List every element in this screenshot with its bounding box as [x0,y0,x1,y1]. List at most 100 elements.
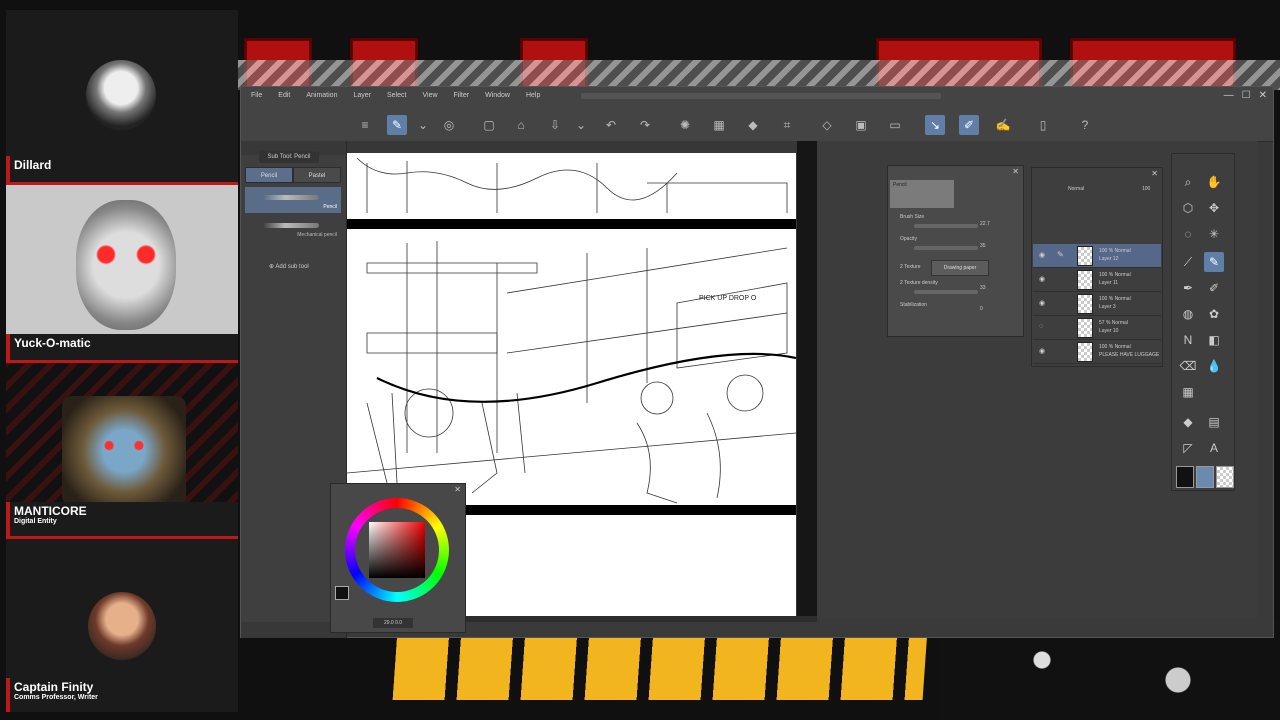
eye-icon[interactable]: ◉ [1039,251,1045,259]
brush-size-value[interactable]: 22.7 [980,221,990,227]
layer-row[interactable]: ◌ 57 % Normal Layer 10 [1033,316,1161,340]
pen-pressure-icon[interactable]: ↘ [925,115,945,135]
tab-pencil[interactable]: Pencil [245,167,293,183]
magic-wand-icon[interactable]: ✳ [1204,224,1224,244]
fill-icon[interactable]: ◆ [743,115,763,135]
stylus-icon[interactable]: ✍ [993,115,1013,135]
brush-size-slider[interactable] [914,224,978,228]
help-icon[interactable]: ? [1075,115,1095,135]
opacity-slider[interactable] [914,246,978,250]
menu-bar: File Edit Animation Layer Select View Fi… [251,92,556,99]
undo-icon[interactable]: ↶ [601,115,621,135]
menu-view[interactable]: View [422,92,437,99]
ruler-tool-icon[interactable]: ◸ [1178,438,1198,458]
eraser-icon[interactable]: ⌫ [1178,356,1198,376]
text-icon[interactable]: A [1204,438,1224,458]
eye-icon[interactable]: ◉ [1039,347,1045,355]
chevron-down-icon[interactable]: ⌄ [571,115,591,135]
menu-edit[interactable]: Edit [278,92,290,99]
tab-pastel[interactable]: Pastel [293,167,341,183]
menu-file[interactable]: File [251,92,262,99]
transform-icon[interactable]: ◇ [817,115,837,135]
opacity-value[interactable]: 35 [980,243,986,249]
add-sub-tool-label: Add sub tool [275,264,309,270]
layer-row[interactable]: ◉ 100 % Normal Layer 11 [1033,268,1161,292]
save-icon[interactable]: ⇩ [545,115,565,135]
stabilization-value[interactable]: 0 [980,306,983,312]
menu-window[interactable]: Window [485,92,510,99]
layer-row[interactable]: ◉ 100 % Normal PLEASE HAVE LUGGAGE [1033,340,1161,364]
brush-icon[interactable]: ✐ [959,115,979,135]
close-icon[interactable]: ✕ [1151,169,1158,178]
new-file-icon[interactable]: ▢ [479,115,499,135]
participant-name: Dillard [14,158,52,172]
add-sub-tool-button[interactable]: ⊕ Add sub tool [269,263,309,270]
grid-icon[interactable]: ▦ [709,115,729,135]
color-value-field[interactable]: 29.0 0.0 [373,618,413,628]
transparent-swatch[interactable] [1216,466,1234,488]
layer-info: 100 % Normal Layer 3 [1099,296,1131,310]
hamburger-menu-icon[interactable]: ≡ [355,115,375,135]
clip-studio-window: File Edit Animation Layer Select View Fi… [240,86,1274,638]
menu-layer[interactable]: Layer [353,92,371,99]
layer-panel: ✕ Normal 100 ◉ ✎ 100 % Normal Layer 12 ◉ … [1031,167,1163,367]
pen-tool-icon[interactable]: ✒ [1178,278,1198,298]
divider [6,536,238,539]
ruler-icon[interactable]: ▭ [885,115,905,135]
layer-opacity[interactable]: 100 [1142,186,1150,192]
move-icon[interactable]: ✥ [1204,198,1224,218]
minimize-button[interactable]: — [1224,90,1234,101]
texture-density-slider[interactable] [914,290,978,294]
airbrush-icon[interactable]: ◍ [1178,304,1198,324]
brush-label: Mechanical pencil [297,232,337,238]
crop-icon[interactable]: ⌗ [777,115,797,135]
zoom-icon[interactable]: ⌕ [1178,172,1198,192]
lasso-icon[interactable]: ◌ [1178,224,1198,244]
main-color-chip[interactable] [335,586,349,600]
close-icon[interactable]: ✕ [1012,167,1019,176]
participant-tile-captain-finity: Captain Finity Comms Professor, Writer [6,536,238,712]
texture-button[interactable]: Drawing paper [931,260,989,276]
eyedropper-icon[interactable]: ⟋ [1178,252,1198,272]
view-icon[interactable]: ◎ [439,115,459,135]
loading-icon[interactable]: ✺ [675,115,695,135]
layer-row[interactable]: ◉ ✎ 100 % Normal Layer 12 [1033,244,1161,268]
chevron-down-icon[interactable]: ⌄ [413,115,433,135]
texture-density-value[interactable]: 33 [980,285,986,291]
blend-icon[interactable]: 💧 [1204,356,1224,376]
pen-select-icon[interactable]: ✎ [387,115,407,135]
layer-row[interactable]: ◉ 100 % Normal Layer 3 [1033,292,1161,316]
vector-icon[interactable]: N [1178,330,1198,350]
redo-icon[interactable]: ↷ [635,115,655,135]
pencil-tool-icon[interactable]: ✎ [1204,252,1224,272]
eye-icon[interactable]: ◉ [1039,299,1045,307]
menu-filter[interactable]: Filter [454,92,470,99]
saturation-value-square[interactable] [369,522,425,578]
operation-icon[interactable]: ⬡ [1178,198,1198,218]
close-button[interactable]: ✕ [1259,90,1267,101]
menu-animation[interactable]: Animation [306,92,337,99]
select-icon[interactable]: ▣ [851,115,871,135]
avatar [62,396,186,506]
figure-icon[interactable]: ▦ [1178,382,1198,402]
eye-icon[interactable]: ◉ [1039,275,1045,283]
menu-help[interactable]: Help [526,92,540,99]
menu-select[interactable]: Select [387,92,406,99]
brush-item[interactable]: Mechanical pencil [245,215,341,241]
maximize-button[interactable]: ☐ [1242,90,1251,101]
open-folder-icon[interactable]: ⌂ [511,115,531,135]
hand-icon[interactable]: ✋ [1204,172,1224,192]
decoration-icon[interactable]: ✿ [1204,304,1224,324]
layer-info: 100 % Normal PLEASE HAVE LUGGAGE [1099,344,1160,358]
device-icon[interactable]: ▯ [1033,115,1053,135]
sub-color-swatch[interactable] [1196,466,1214,488]
brush-item[interactable]: Pencil [245,187,341,213]
eye-icon[interactable]: ◌ [1039,323,1043,330]
fill-bucket-icon[interactable]: ◆ [1178,412,1198,432]
main-color-swatch[interactable] [1176,466,1194,488]
close-icon[interactable]: ✕ [454,485,461,494]
blend-mode-select[interactable]: Normal [1068,186,1084,192]
frame-border-icon[interactable]: ▤ [1204,412,1224,432]
gradient-icon[interactable]: ◧ [1204,330,1224,350]
marker-icon[interactable]: ✐ [1204,278,1224,298]
